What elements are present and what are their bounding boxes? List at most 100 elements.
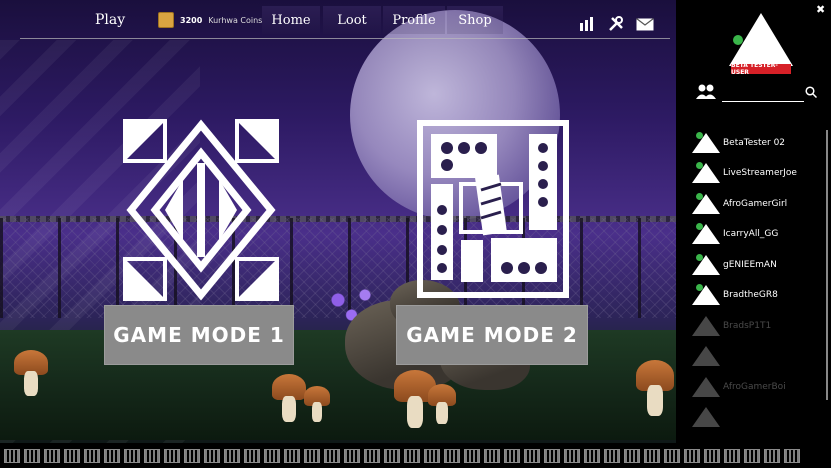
- strip-glyph: [564, 448, 580, 463]
- leaderboard-icon[interactable]: [578, 16, 596, 32]
- strip-glyph: [724, 448, 740, 463]
- strip-glyph: [204, 448, 220, 463]
- friend-name: IcarryAll_GG: [723, 229, 779, 240]
- game-mode-2-emblem[interactable]: [417, 120, 569, 298]
- strip-glyph: [384, 448, 400, 463]
- strip-glyph: [644, 448, 660, 463]
- mushroom: [428, 384, 456, 424]
- tab-home[interactable]: Home: [262, 6, 320, 34]
- friend-search-input[interactable]: [722, 101, 804, 102]
- strip-glyph: [344, 448, 360, 463]
- strip-glyph: [624, 448, 640, 463]
- friend-item[interactable]: BradsP1T1: [691, 313, 821, 339]
- friends-scrollbar[interactable]: [826, 130, 828, 400]
- strip-glyph: [44, 448, 60, 463]
- friend-item[interactable]: LiveStreamerJoe: [691, 161, 821, 187]
- strip-glyph: [444, 448, 460, 463]
- friend-avatar: [691, 406, 721, 428]
- friend-avatar: [691, 315, 721, 337]
- friend-avatar: [691, 284, 721, 306]
- game-background: [0, 0, 676, 468]
- strip-glyph: [324, 448, 340, 463]
- friend-avatar: [691, 131, 721, 154]
- strip-glyph: [84, 448, 100, 463]
- friend-item[interactable]: BradtheGR8: [691, 283, 821, 309]
- tab-shop[interactable]: Shop: [447, 6, 503, 34]
- friend-name: AfroGamerBoi: [723, 381, 786, 392]
- strip-glyph: [764, 448, 780, 463]
- strip-glyph: [224, 448, 240, 463]
- coin-unit: Kurhwa Coins: [208, 15, 263, 25]
- game-mode-2-button[interactable]: GAME MODE 2: [396, 305, 588, 365]
- strip-glyph: [784, 448, 800, 463]
- friend-item[interactable]: IcarryAll_GG: [691, 222, 821, 248]
- strip-glyph: [304, 448, 320, 463]
- strip-glyph: [144, 448, 160, 463]
- friend-item[interactable]: gENIEEmAN: [691, 252, 821, 278]
- strip-glyph: [484, 448, 500, 463]
- coin-amount: 3200: [180, 15, 203, 25]
- game-mode-1-button[interactable]: GAME MODE 1: [104, 305, 294, 365]
- settings-icon[interactable]: [607, 16, 625, 32]
- tab-profile[interactable]: Profile: [383, 6, 445, 34]
- nav-play[interactable]: Play: [95, 12, 125, 28]
- strip-glyph: [104, 448, 120, 463]
- online-indicator: [696, 131, 703, 139]
- close-icon[interactable]: ✖: [816, 3, 825, 16]
- friend-avatar: [691, 223, 721, 245]
- strip-glyph: [424, 448, 440, 463]
- online-indicator: [696, 192, 703, 200]
- strip-glyph: [24, 448, 40, 463]
- game-mode-1-emblem[interactable]: [123, 119, 279, 301]
- strip-glyph: [404, 448, 420, 463]
- strip-glyph: [64, 448, 80, 463]
- friends-icon[interactable]: [696, 84, 716, 105]
- friend-item[interactable]: BetaTester 02: [691, 130, 821, 156]
- strip-glyph: [184, 448, 200, 463]
- friend-avatar: [691, 192, 721, 215]
- friend-name: AfroGamerGirl: [723, 198, 788, 209]
- online-indicator: [696, 253, 703, 261]
- friend-item[interactable]: [691, 344, 821, 370]
- friend-avatar: [691, 253, 721, 276]
- friend-name: BradsP1T1: [723, 320, 772, 331]
- strip-glyph: [704, 448, 720, 463]
- mushroom: [304, 386, 330, 422]
- friend-name: BradtheGR8: [723, 290, 778, 301]
- strip-glyph: [684, 448, 700, 463]
- strip-glyph: [744, 448, 760, 463]
- mail-icon[interactable]: [636, 16, 654, 32]
- friend-name: BetaTester 02: [723, 137, 786, 148]
- strip-glyph: [364, 448, 380, 463]
- top-divider: [20, 38, 670, 39]
- mushroom: [14, 350, 48, 396]
- strip-glyph: [504, 448, 520, 463]
- game-logo: [729, 13, 793, 66]
- friend-avatar: [691, 376, 721, 398]
- coin-balance: 3200 Kurhwa Coins: [158, 12, 262, 28]
- search-icon[interactable]: [805, 86, 818, 102]
- strip-glyph: [124, 448, 140, 463]
- strip-glyph: [524, 448, 540, 463]
- strip-glyph: [284, 448, 300, 463]
- friend-item[interactable]: AfroGamerBoi: [691, 374, 821, 400]
- strip-glyph: [464, 448, 480, 463]
- strip-glyph: [264, 448, 280, 463]
- top-icons: [578, 16, 654, 32]
- bottom-pattern-strip: [0, 443, 831, 468]
- strip-glyph: [4, 448, 20, 463]
- mushroom: [272, 374, 306, 422]
- strip-glyph: [164, 448, 180, 463]
- friends-sidebar: ✖ BETA TESTER-USER BetaTester 02 LiveStre…: [676, 0, 831, 443]
- strip-glyph: [664, 448, 680, 463]
- friend-item[interactable]: [691, 405, 821, 431]
- friend-item[interactable]: AfroGamerGirl: [691, 191, 821, 217]
- tab-loot[interactable]: Loot: [323, 6, 381, 34]
- friend-name: LiveStreamerJoe: [723, 168, 797, 179]
- coin-icon: [158, 12, 174, 28]
- friend-avatar: [691, 345, 721, 367]
- strip-glyph: [544, 448, 560, 463]
- strip-glyph: [244, 448, 260, 463]
- strip-glyph: [584, 448, 600, 463]
- friend-avatar: [691, 162, 721, 184]
